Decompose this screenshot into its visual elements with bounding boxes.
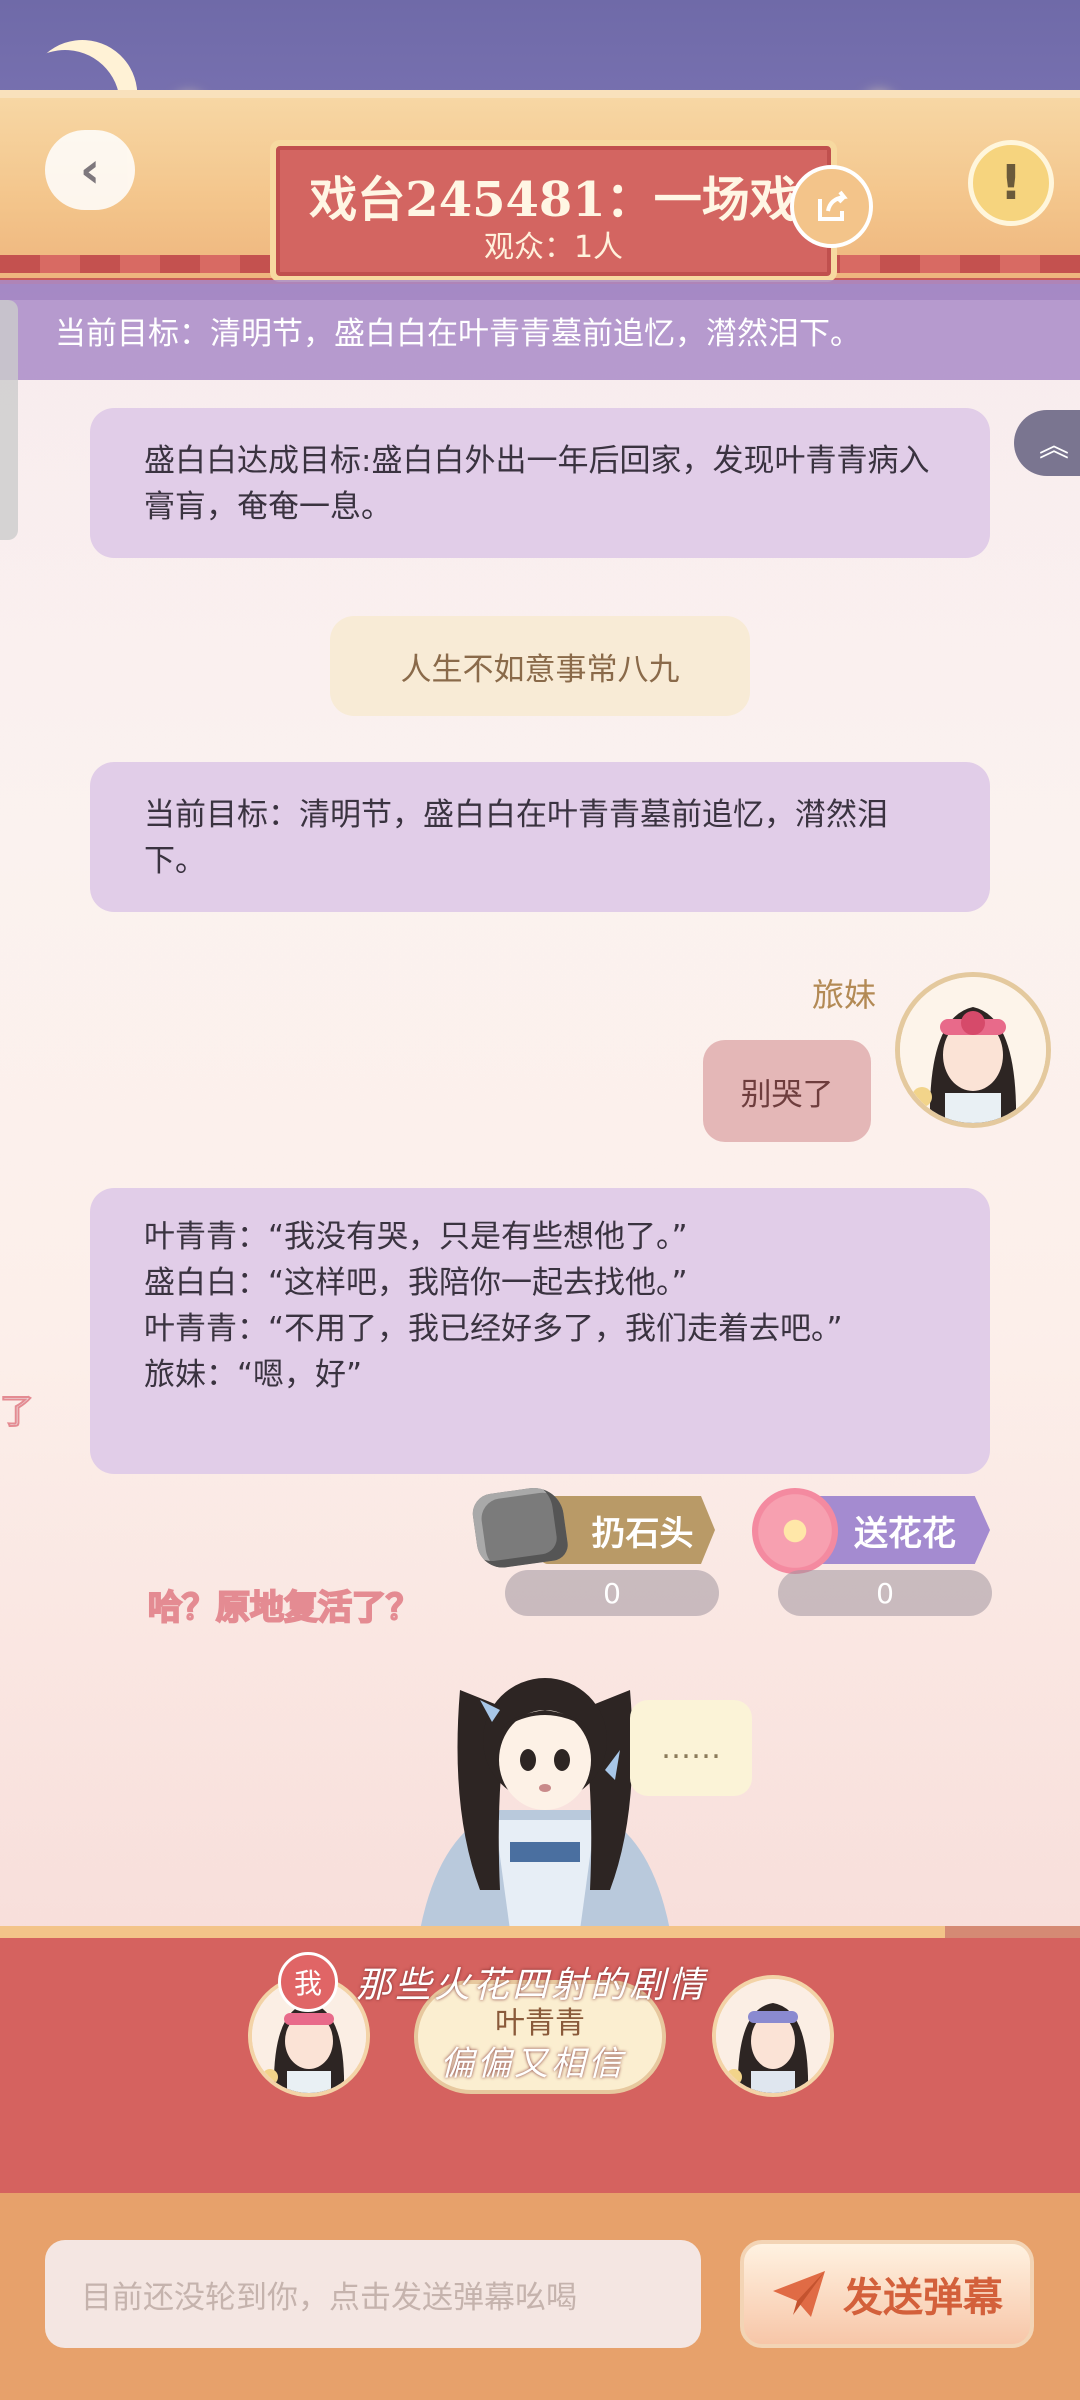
send-danmaku-button[interactable]: 发送弹幕 bbox=[740, 2240, 1034, 2348]
danmaku-input[interactable]: 目前还没轮到你，点击发送弹幕吆喝 bbox=[45, 2240, 701, 2348]
throw-stone-button[interactable]: 扔石头 bbox=[540, 1496, 715, 1564]
turn-progress-fill bbox=[0, 1926, 945, 1938]
system-message-text: 当前目标：清明节，盛白白在叶青青墓前追忆，潸然泪下。 bbox=[144, 797, 888, 879]
send-danmaku-label: 发送弹幕 bbox=[843, 2275, 1003, 2321]
dialogue-line: 叶青青：“我没有哭，只是有些想他了。” bbox=[144, 1219, 688, 1255]
narration-text: 人生不如意事常八九 bbox=[400, 651, 680, 688]
danmaku-fragment: 了 bbox=[0, 1391, 35, 1433]
dialogue-line: 盛白白：“这样吧，我陪你一起去找他。” bbox=[144, 1265, 688, 1301]
dialogue-line: 旅妹：“嗯，好” bbox=[144, 1357, 363, 1393]
speech-text: …… bbox=[661, 1730, 721, 1766]
double-chevron-up-icon: ︽ bbox=[1039, 429, 1069, 464]
danmaku-input-placeholder: 目前还没轮到你，点击发送弹幕吆喝 bbox=[81, 2279, 577, 2316]
title-plaque: 戏台245481：一场戏 观众：1人 bbox=[270, 140, 837, 282]
user-message-text: 别哭了 bbox=[740, 1076, 834, 1113]
me-badge: 我 bbox=[278, 1952, 338, 2012]
avatar-portrait bbox=[900, 977, 1046, 1123]
scroll-to-top-button[interactable]: ︽ bbox=[1014, 410, 1080, 476]
stone-count: 0 bbox=[505, 1570, 719, 1616]
flower-icon bbox=[752, 1488, 838, 1574]
stage-danmaku: 偏偏又相信 bbox=[440, 2044, 625, 2084]
system-message: 盛白白达成目标:盛白白外出一年后回家，发现叶青青病入膏肓，奄奄一息。 bbox=[90, 408, 990, 558]
stage-danmaku: 那些火花四射的剧情 bbox=[356, 1965, 708, 2006]
info-button[interactable]: ! bbox=[968, 140, 1054, 226]
goal-text: 当前目标：清明节，盛白白在叶青青墓前追忆，潸然泪下。 bbox=[55, 315, 861, 352]
danmaku-comment: 哈？原地复活了？ bbox=[147, 1587, 421, 1629]
player-avatar-other[interactable] bbox=[712, 1975, 834, 2097]
story-dialogue-message: 叶青青：“我没有哭，只是有些想他了。” 盛白白：“这样吧，我陪你一起去找他。” … bbox=[90, 1188, 990, 1474]
narration-message: 人生不如意事常八九 bbox=[330, 616, 750, 716]
user-avatar[interactable] bbox=[895, 972, 1051, 1128]
paper-plane-icon bbox=[773, 2271, 825, 2317]
character-speech-bubble: …… bbox=[630, 1700, 752, 1796]
current-goal-banner: 当前目标：清明节，盛白白在叶青青墓前追忆，潸然泪下。 bbox=[0, 280, 1080, 380]
share-button[interactable] bbox=[790, 165, 873, 248]
avatar-portrait bbox=[716, 1979, 830, 2093]
chevron-left-icon: ‹ bbox=[79, 141, 101, 199]
share-icon bbox=[817, 190, 848, 221]
dialogue-line: 叶青青：“不用了，我已经好多了，我们走着去吧。” bbox=[144, 1311, 843, 1347]
audience-count: 观众：1人 bbox=[483, 230, 624, 265]
system-message-text: 盛白白达成目标:盛白白外出一年后回家，发现叶青青病入膏肓，奄奄一息。 bbox=[144, 443, 930, 525]
flower-count: 0 bbox=[778, 1570, 992, 1616]
system-message: 当前目标：清明节，盛白白在叶青青墓前追忆，潸然泪下。 bbox=[90, 762, 990, 912]
page-title: 戏台245481：一场戏 bbox=[309, 172, 798, 228]
stone-icon bbox=[470, 1484, 570, 1571]
side-drawer-handle[interactable] bbox=[0, 300, 18, 540]
user-message: 别哭了 bbox=[703, 1040, 871, 1142]
user-name-label: 旅妹 bbox=[812, 976, 877, 1014]
send-flower-label: 送花花 bbox=[854, 1513, 956, 1554]
back-button[interactable]: ‹ bbox=[45, 130, 135, 210]
throw-stone-label: 扔石头 bbox=[591, 1513, 694, 1554]
exclamation-icon: ! bbox=[1000, 155, 1022, 211]
